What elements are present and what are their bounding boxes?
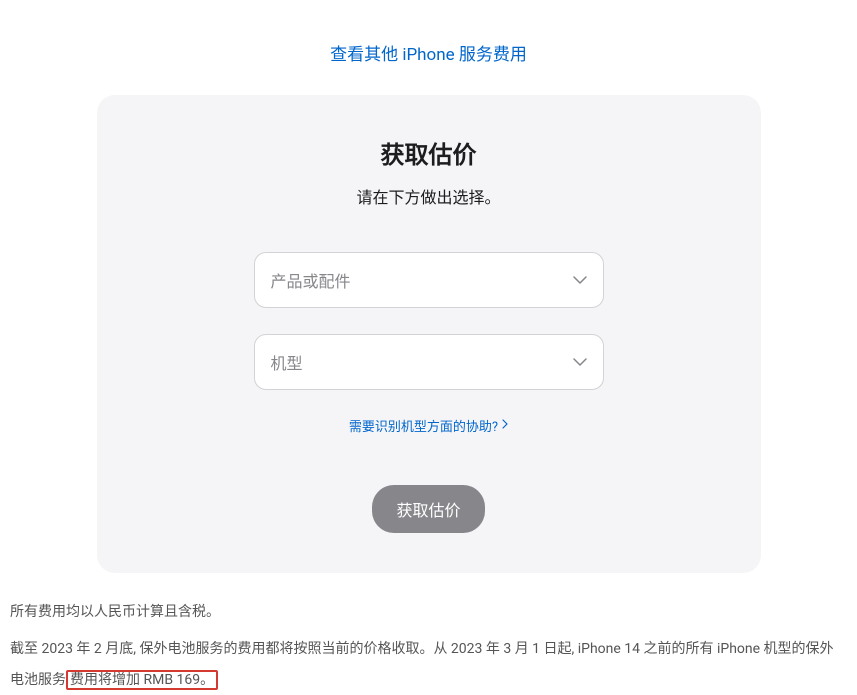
footer-line-2: 截至 2023 年 2 月底, 保外电池服务的费用都将按照当前的价格收取。从 2… bbox=[10, 634, 847, 695]
estimate-card: 获取估价 请在下方做出选择。 产品或配件 机型 需要识别机型方面的协助? 获取估… bbox=[97, 95, 761, 573]
product-select[interactable]: 产品或配件 bbox=[254, 252, 604, 308]
footer-line-1: 所有费用均以人民币计算且含税。 bbox=[10, 597, 847, 628]
card-title: 获取估价 bbox=[147, 135, 711, 170]
card-subtitle: 请在下方做出选择。 bbox=[147, 184, 711, 208]
footer-notes: 所有费用均以人民币计算且含税。 截至 2023 年 2 月底, 保外电池服务的费… bbox=[0, 573, 857, 695]
chevron-down-icon bbox=[573, 276, 587, 284]
help-link-label: 需要识别机型方面的协助? bbox=[349, 416, 498, 435]
model-select-placeholder: 机型 bbox=[271, 350, 303, 374]
product-select-placeholder: 产品或配件 bbox=[271, 268, 351, 292]
model-select[interactable]: 机型 bbox=[254, 334, 604, 390]
price-increase-highlight: 费用将增加 RMB 169。 bbox=[66, 670, 218, 690]
chevron-down-icon bbox=[573, 358, 587, 366]
chevron-right-icon bbox=[502, 418, 508, 433]
identify-model-help-link[interactable]: 需要识别机型方面的协助? bbox=[349, 416, 508, 435]
get-estimate-button[interactable]: 获取估价 bbox=[372, 485, 484, 533]
other-iphone-services-link[interactable]: 查看其他 iPhone 服务费用 bbox=[330, 45, 527, 65]
